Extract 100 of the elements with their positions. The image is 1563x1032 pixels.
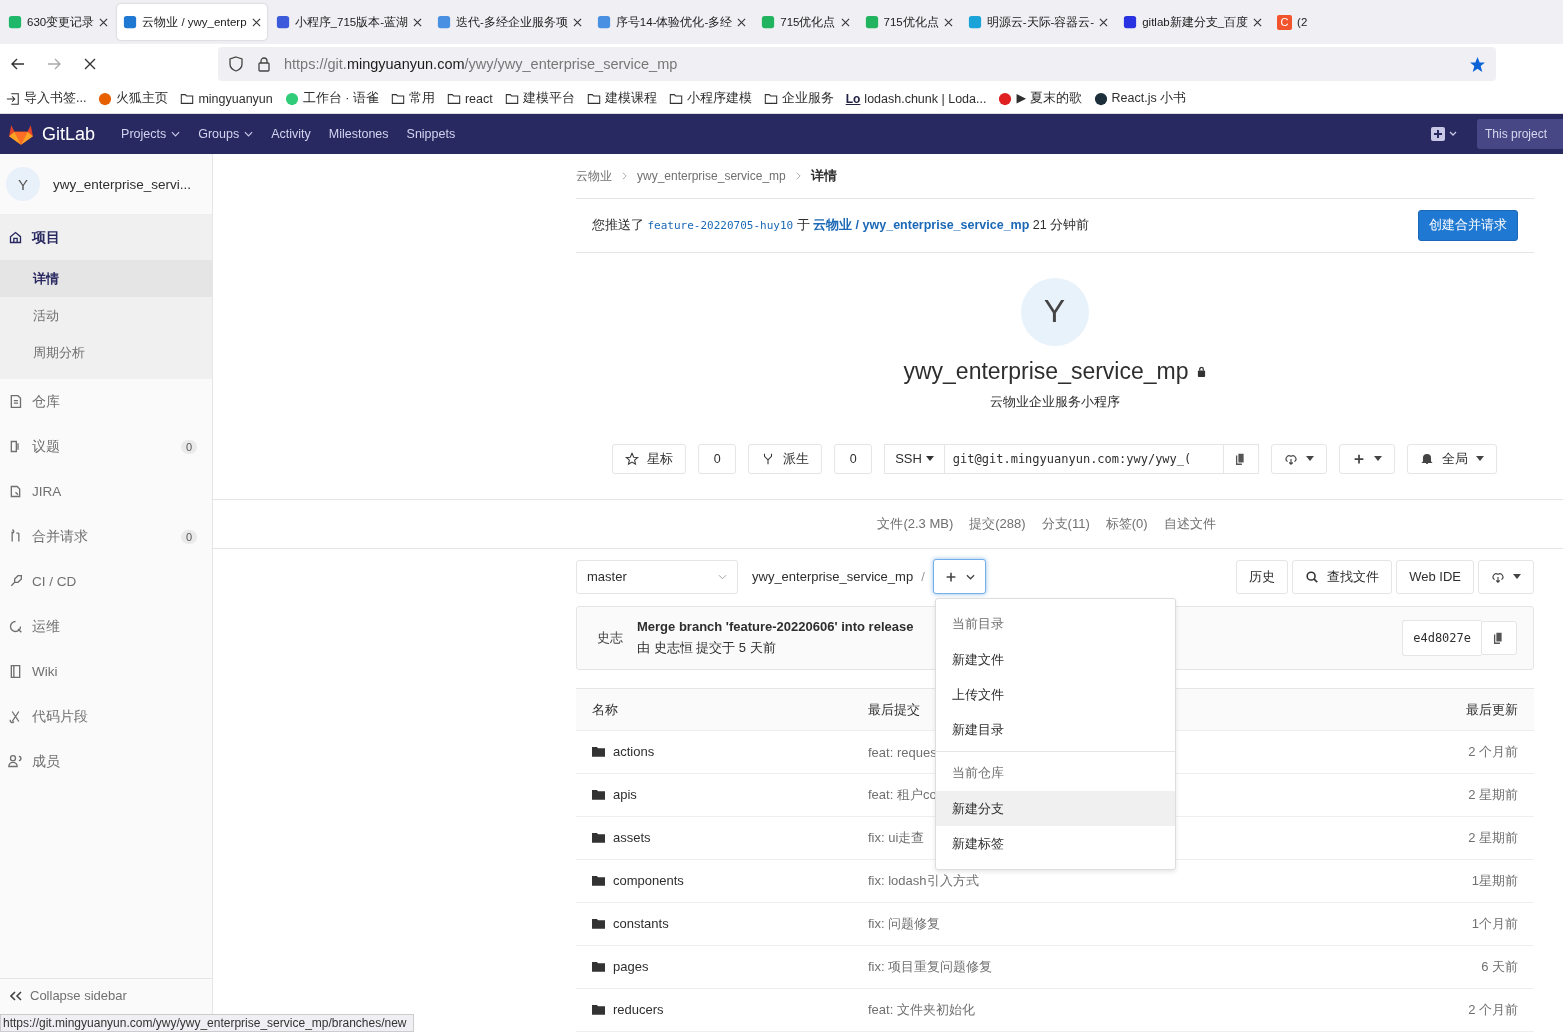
stat-link[interactable]: 文件(2.3 MB) [877, 514, 954, 533]
download-dropdown[interactable] [1478, 559, 1534, 594]
fork-count[interactable]: 0 [834, 443, 873, 474]
browser-tab[interactable]: gitlab新建分支_百度 [1117, 4, 1269, 40]
folder-link[interactable]: constants [592, 916, 669, 931]
search-field[interactable]: This project [1477, 119, 1563, 149]
stat-link[interactable]: 提交(288) [969, 514, 1026, 533]
breadcrumb-link[interactable]: ywy_enterprise_service_mp [637, 169, 786, 184]
address-bar[interactable]: https://git.mingyuanyun.com/ywy/ywy_enterprise_service_mp [218, 47, 1496, 81]
commit-sha[interactable]: e4d8027e [1402, 620, 1481, 657]
commit-link[interactable]: feat: 文件夹初始化 [868, 1002, 975, 1017]
commit-link[interactable]: fix: 问题修复 [868, 916, 941, 931]
folder-link[interactable]: reducers [592, 1002, 664, 1017]
collapse-sidebar-button[interactable]: Collapse sidebar [0, 978, 212, 1012]
close-icon[interactable] [1099, 17, 1109, 27]
stop-icon[interactable] [82, 56, 98, 72]
bookmark[interactable]: ▶ 夏末的歌 [998, 90, 1082, 107]
sidebar-item[interactable]: 项目 [0, 215, 212, 260]
toolbar-button[interactable]: 查找文件 [1292, 559, 1393, 594]
breadcrumb-link[interactable]: 详情 [810, 167, 837, 185]
bookmark[interactable]: 建模课程 [586, 90, 657, 107]
branch-link[interactable]: feature-20220705-huy10 [647, 218, 794, 232]
sidebar-item[interactable]: 成员 [0, 739, 212, 784]
add-dropdown[interactable] [1338, 443, 1395, 474]
stat-link[interactable]: 分支(11) [1041, 514, 1090, 533]
sidebar-subitem[interactable]: 活动 [0, 297, 212, 334]
sidebar-item[interactable]: 代码片段 [0, 694, 212, 739]
sidebar-item[interactable]: Wiki [0, 649, 212, 694]
copy-button[interactable] [1222, 443, 1259, 474]
close-icon[interactable] [99, 17, 109, 27]
bookmark[interactable]: 建模平台 [504, 90, 575, 107]
commit-link[interactable]: fix: lodash引入方式 [868, 873, 979, 888]
download-dropdown[interactable] [1270, 443, 1327, 474]
stat-link[interactable]: 自述文件 [1163, 514, 1216, 533]
bookmark[interactable]: 小程序建模 [668, 90, 752, 107]
bookmark[interactable]: 常用 [390, 90, 435, 107]
browser-tab[interactable]: 630变更记录 [2, 4, 115, 40]
project-name[interactable]: ywy_enterprise_servi... [53, 176, 192, 192]
notification-dropdown[interactable]: 全局 [1406, 443, 1497, 474]
commit-link[interactable]: fix: ui走查 [868, 830, 925, 845]
project-link[interactable]: 云物业 / ywy_enterprise_service_mp [813, 217, 1030, 232]
close-icon[interactable] [737, 17, 747, 27]
brand-name[interactable]: GitLab [42, 123, 96, 145]
browser-tab[interactable]: C (2 [1271, 4, 1314, 40]
sidebar-item[interactable]: CI / CD [0, 559, 212, 604]
copy-button[interactable] [1481, 621, 1517, 656]
bookmark[interactable]: react [446, 91, 493, 106]
path-breadcrumb[interactable]: ywy_enterprise_service_mp [752, 569, 914, 585]
folder-link[interactable]: actions [592, 744, 655, 759]
browser-tab[interactable]: 云物业 / ywy_enterp [117, 4, 267, 40]
browser-tab[interactable]: 迭代-多经企业服务项 [431, 4, 588, 40]
browser-tab[interactable]: 明源云-天际-容器云- [961, 4, 1115, 40]
nav-link[interactable]: Projects [121, 127, 181, 141]
sidebar-item[interactable]: 议题 0 [0, 424, 212, 469]
clone-url-field[interactable]: git@git.mingyuanyun.com:ywy/ywy_( [944, 443, 1223, 474]
bookmark-star-icon[interactable] [1469, 55, 1486, 73]
commit-message[interactable]: Merge branch 'feature-20220606' into release [637, 619, 914, 635]
browser-tab[interactable]: 小程序_715版本-蓝湖 [269, 4, 428, 40]
browser-tab[interactable]: 715优化点 [755, 4, 856, 40]
close-icon[interactable] [943, 17, 953, 27]
sidebar-subitem[interactable]: 详情 [0, 260, 212, 297]
menu-item[interactable]: 上传文件 [935, 677, 1175, 713]
star-button[interactable]: 星标 [612, 443, 687, 474]
bookmark[interactable]: 火狐主页 [98, 90, 169, 107]
add-file-dropdown[interactable] [932, 559, 986, 595]
new-dropdown-icon[interactable] [1429, 126, 1459, 142]
close-icon[interactable] [413, 17, 422, 27]
sidebar-item[interactable]: 仓库 [0, 379, 212, 424]
nav-link[interactable]: Milestones [328, 127, 389, 141]
nav-link[interactable]: Activity [271, 127, 311, 141]
bookmark[interactable]: 导入书签... [6, 90, 87, 107]
menu-item[interactable]: 新建标签 [935, 826, 1175, 862]
close-icon[interactable] [251, 17, 261, 27]
breadcrumb-link[interactable]: 云物业 [576, 167, 612, 185]
back-icon[interactable] [10, 56, 26, 72]
fork-button[interactable]: 派生 [748, 443, 823, 474]
bookmark[interactable]: mingyuanyun [180, 91, 273, 106]
bookmark[interactable]: Lo lodash.chunk | Loda... [845, 91, 987, 106]
folder-link[interactable]: pages [592, 959, 649, 974]
bookmark[interactable]: React.js 小书 [1093, 90, 1187, 107]
protocol-dropdown[interactable]: SSH [884, 443, 945, 474]
star-count[interactable]: 0 [698, 443, 737, 474]
sidebar-item[interactable]: 运维 [0, 604, 212, 649]
nav-link[interactable]: Groups [198, 127, 254, 141]
close-icon[interactable] [572, 17, 582, 27]
branch-dropdown[interactable]: master [576, 559, 738, 594]
commit-link[interactable]: fix: 项目重复问题修复 [868, 959, 993, 974]
menu-item[interactable]: 新建目录 [935, 712, 1175, 748]
create-merge-request-button[interactable]: 创建合并请求 [1418, 209, 1518, 241]
toolbar-button[interactable]: Web IDE [1396, 559, 1474, 594]
sidebar-item[interactable]: 合并请求 0 [0, 514, 212, 559]
menu-item[interactable]: 新建文件 [935, 642, 1175, 678]
sidebar-subitem[interactable]: 周期分析 [0, 334, 212, 371]
bookmark[interactable]: 工作台 · 语雀 [284, 90, 379, 107]
commit-link[interactable]: feat: reques [868, 744, 937, 760]
close-icon[interactable] [840, 17, 850, 27]
nav-link[interactable]: Snippets [406, 127, 456, 141]
folder-link[interactable]: apis [592, 787, 637, 802]
browser-tab[interactable]: 序号14-体验优化-多经 [590, 4, 753, 40]
browser-tab[interactable]: 715优化点 [858, 4, 959, 40]
